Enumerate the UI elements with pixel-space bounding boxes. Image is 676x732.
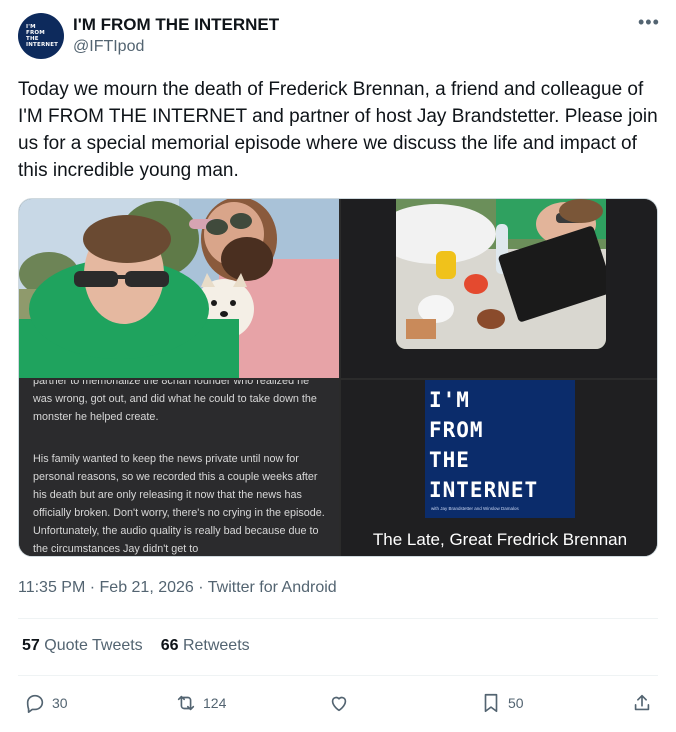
media-photo-selfie[interactable] xyxy=(19,199,339,378)
reply-count: 30 xyxy=(52,695,68,711)
like-button[interactable] xyxy=(328,690,350,716)
reply-button[interactable]: 30 xyxy=(24,690,68,716)
share-button[interactable] xyxy=(631,690,653,716)
timestamp-source[interactable]: 11:35 PM · Feb 21, 2026 · Twitter for An… xyxy=(18,579,337,597)
retweet-icon xyxy=(177,695,195,711)
media-text-screenshot[interactable]: partner to memorialize the 8chan founder… xyxy=(19,380,339,556)
avatar-logo-text: I'M FROM THE INTERNET xyxy=(26,24,59,48)
screenshot-paragraph: His family wanted to keep the news priva… xyxy=(33,453,325,555)
quote-tweets-link[interactable]: 57 Quote Tweets xyxy=(22,637,143,654)
media-caption: The Late, Great Fredrick Brennan xyxy=(372,530,628,549)
screenshot-paragraph: partner to memorialize the 8chan founder… xyxy=(33,380,317,423)
divider xyxy=(18,675,658,676)
bookmark-icon xyxy=(484,693,498,713)
retweets-link[interactable]: 66 Retweets xyxy=(161,637,250,654)
share-icon xyxy=(634,694,650,711)
avatar[interactable]: I'M FROM THE INTERNET xyxy=(18,13,64,59)
selfie-image xyxy=(19,199,339,378)
bookmark-button[interactable]: 50 xyxy=(480,690,524,716)
more-horizontal-icon[interactable]: ••• xyxy=(638,12,660,33)
retweet-count: 124 xyxy=(203,695,227,711)
podcast-cover-art: I'M FROM THE INTERNET with Jay Brandstet… xyxy=(425,380,575,518)
media-photo-desk[interactable] xyxy=(341,199,657,378)
media-grid: partner to memorialize the 8chan founder… xyxy=(18,198,658,557)
divider xyxy=(18,618,658,619)
bookmark-count: 50 xyxy=(508,695,524,711)
desk-image xyxy=(396,199,606,349)
engagement-counts: 57 Quote Tweets 66 Retweets xyxy=(22,637,250,655)
reply-icon xyxy=(26,694,44,713)
tweet-text: Today we mourn the death of Frederick Br… xyxy=(18,79,658,181)
heart-icon xyxy=(331,696,347,712)
media-podcast-cover[interactable]: I'M FROM THE INTERNET with Jay Brandstet… xyxy=(341,380,657,556)
user-handle[interactable]: @IFTIpod xyxy=(73,38,144,56)
display-name[interactable]: I'M FROM THE INTERNET xyxy=(73,15,279,35)
retweet-button[interactable]: 124 xyxy=(175,690,226,716)
